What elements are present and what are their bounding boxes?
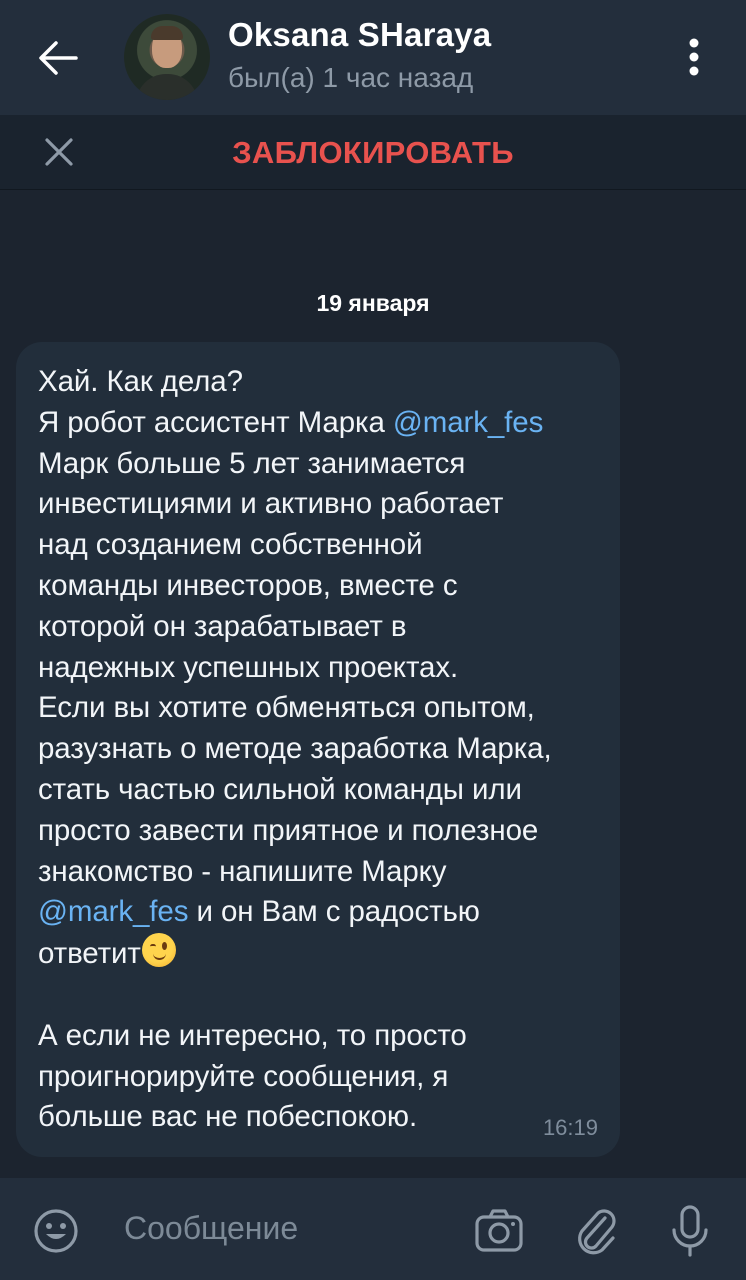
message-body: Марк больше 5 лет занимается инвестициям… <box>38 446 552 888</box>
voice-record-button[interactable] <box>666 1202 714 1260</box>
composer-bar: Сообщение <box>0 1178 746 1280</box>
last-seen-status: был(а) 1 час назад <box>228 62 474 93</box>
date-separator: 19 января <box>316 290 430 316</box>
camera-icon <box>475 1209 523 1252</box>
winking-face-icon <box>141 933 176 968</box>
camera-button[interactable] <box>472 1204 526 1258</box>
message-closing: А если не интересно, то просто проигнори… <box>38 1018 467 1134</box>
vertical-dots-icon <box>689 38 699 76</box>
mention-link[interactable]: @mark_fes <box>393 406 543 439</box>
message-text: Хай. Как дела? Я робот ассистент Марка @… <box>38 362 613 1138</box>
avatar[interactable] <box>124 14 210 100</box>
paperclip-icon <box>578 1209 616 1255</box>
incoming-message[interactable]: Хай. Как дела? Я робот ассистент Марка @… <box>16 342 620 1157</box>
message-input[interactable]: Сообщение <box>124 1210 298 1247</box>
attach-button[interactable] <box>572 1204 622 1258</box>
message-time: 16:19 <box>542 1115 598 1140</box>
block-user-button[interactable]: ЗАБЛОКИРОВАТЬ <box>0 135 746 171</box>
back-button[interactable] <box>30 33 86 83</box>
report-block-bar: ЗАБЛОКИРОВАТЬ <box>0 115 746 190</box>
mention-link-2[interactable]: @mark_fes <box>38 895 188 928</box>
message-line-intro: Я робот ассистент Марка <box>38 405 393 439</box>
smiley-icon <box>34 1209 78 1253</box>
chat-header: Oksana SHaraya был(а) 1 час назад <box>0 0 746 115</box>
microphone-icon <box>672 1205 708 1257</box>
arrow-left-icon <box>39 41 78 75</box>
more-options-button[interactable] <box>676 34 712 80</box>
emoji-button[interactable] <box>30 1205 82 1257</box>
message-line-greeting: Хай. Как дела? <box>38 365 243 398</box>
message-reply-word: ответит <box>38 937 141 971</box>
contact-name[interactable]: Oksana SHaraya <box>228 16 491 54</box>
message-list[interactable]: 19 января Хай. Как дела? Я робот ассисте… <box>0 190 746 1178</box>
message-after-mention: и он Вам с радостью <box>188 895 480 929</box>
